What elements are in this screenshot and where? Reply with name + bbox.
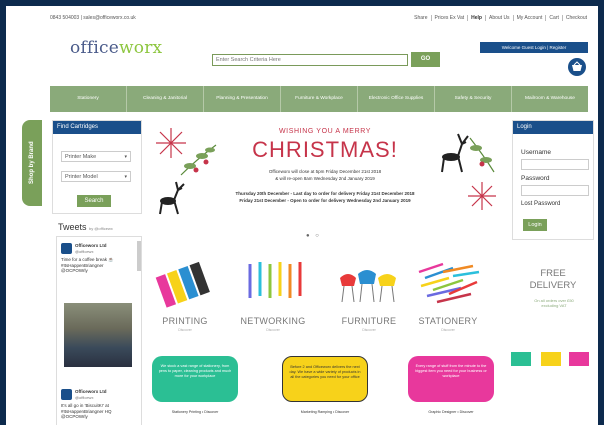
contact-info: 0843 504003 | sales@officeworx.co.uk [50,15,136,21]
info-bubble-pink[interactable]: Every range of stuff from the minute to … [408,356,494,402]
top-link-help[interactable]: Help [467,15,485,21]
snowflake-icon [468,182,496,210]
tweets-feed[interactable]: Officeworx Ltd @officewx Time for a coff… [56,236,142,425]
chevron-down-icon: ▾ [124,154,127,160]
top-link-share[interactable]: Share [411,15,430,21]
top-link-about[interactable]: About Us [484,15,513,21]
top-link-prices[interactable]: Prices Ex Vat [430,15,468,21]
top-link-account[interactable]: My Account [512,15,546,21]
top-link-cart[interactable]: Cart [545,15,561,21]
tweet-text: It's all go in 'BiscuitK!' at #ItsHappen… [61,403,112,419]
cartridge-search-button[interactable]: Search [77,195,111,207]
info-bubble-green[interactable]: We stock a vast range of stationery, fro… [152,356,238,402]
chevron-down-icon: ▾ [124,174,127,180]
category-stationery[interactable]: STATIONERY Discover [407,258,489,338]
tweet-handle[interactable]: @officewx [75,395,93,400]
lost-password-link[interactable]: Lost Password [521,201,560,207]
login-panel: Login Username Password Lost Password Lo… [512,120,594,240]
basket-icon[interactable] [568,58,586,76]
nav-cleaning[interactable]: Cleaning & Janitorial [127,86,204,112]
search-input[interactable]: Enter Search Criteria Here [212,54,408,66]
tweet-item: Officeworx Ltd @officewx Time for a coff… [61,243,137,373]
free-delivery-line1: FREE [540,268,566,279]
banner-line-bold: Friday 21st December - Open to order for… [239,198,411,203]
category-label: STATIONERY [418,316,478,326]
category-label: NETWORKING [240,316,306,326]
avatar[interactable] [61,389,72,400]
ink-cartridges-image [155,261,210,308]
nav-stationery[interactable]: Stationery [50,86,127,112]
tweet-text: Time for a coffee break ☕ #ItsHappenBria… [61,257,114,273]
banner-line-bold: Thursday 20th December - Last day to ord… [235,191,415,196]
printer-model-select[interactable]: Printer Model ▾ [61,171,131,182]
banner-greeting: WISHING YOU A MERRY [278,128,372,135]
nav-mailroom[interactable]: Mailroom & Warehouse [512,86,588,112]
printer-make-value: Printer Make [65,154,97,160]
free-delivery-sub: On all orders over £50 excluding VAT [534,298,574,308]
category-label: PRINTING [162,316,208,326]
chairs-image [340,270,396,303]
paperclips-image [418,262,480,304]
tweet-author[interactable]: Officeworx Ltd [75,243,107,248]
username-input[interactable] [521,159,589,170]
category-sub[interactable]: Discover [407,328,489,332]
nav-furniture[interactable]: Furniture & Workplace [281,86,358,112]
category-sub[interactable]: Discover [328,328,410,332]
tweets-scrollbar[interactable] [137,241,141,271]
top-bar: 0843 504003 | sales@officeworx.co.uk Sha… [6,6,598,28]
find-cartridges-title: Find Cartridges [53,121,141,134]
banner-line: & will re-open 8am Wednesday 2nd January… [275,176,375,181]
christmas-banner[interactable]: WISHING YOU A MERRY CHRISTMAS! Officewor… [146,122,504,230]
free-delivery-line2: DELIVERY [529,280,577,291]
printer-model-value: Printer Model [65,174,98,180]
category-printing[interactable]: PRINTING Discover [144,258,226,338]
tweet-item: Officeworx Ltd @officewx It's all go in … [61,389,137,425]
carousel-dots[interactable]: ● ○ [306,233,321,239]
tweets-by[interactable]: by @officewx [89,226,113,231]
site-logo[interactable]: officeworx [70,38,162,58]
info-bubble-yellow[interactable]: Before 2 and Officeworx delivers the nex… [282,356,368,402]
tweets-title: Tweets by @officewx [58,222,113,232]
banner-title: CHRISTMAS! [252,137,398,162]
swatch-pink[interactable] [569,352,589,366]
free-delivery: FREE DELIVERY [514,268,592,292]
swatch-yellow[interactable] [541,352,561,366]
banner-line: Officeworx will close at 5pm Friday Dece… [268,169,382,174]
page: 0843 504003 | sales@officeworx.co.uk Sha… [6,6,598,425]
password-label: Password [521,175,550,182]
find-cartridges-panel: Find Cartridges Printer Make ▾ Printer Mo… [52,120,142,214]
bubble-caption[interactable]: Stationery Printing • Discover [145,410,245,414]
category-label: FURNITURE [341,316,397,326]
tweet-photo[interactable] [64,303,132,367]
welcome-login-register[interactable]: Welcome Guest Login | Register [480,42,588,53]
tweet-handle[interactable]: @officewx [75,249,93,254]
logo-worx: worx [119,38,163,58]
avatar[interactable] [61,243,72,254]
bubble-caption[interactable]: Marketing Ramping • Discover [275,410,375,414]
network-cables-image [248,262,302,298]
login-title: Login [513,121,593,134]
category-furniture[interactable]: FURNITURE Discover [328,258,410,338]
login-button[interactable]: Login [523,219,547,231]
username-label: Username [521,149,551,156]
search-go-button[interactable]: GO [411,52,440,67]
printer-make-select[interactable]: Printer Make ▾ [61,151,131,162]
swatch-green[interactable] [511,352,531,366]
nav-safety[interactable]: Safety & Security [435,86,512,112]
shop-by-brand-tab[interactable]: Shop by Brand [22,120,42,206]
category-networking[interactable]: NETWORKING Discover [232,258,314,338]
nav-electronic[interactable]: Electronic Office Supplies [358,86,435,112]
top-links: Share Prices Ex Vat Help About Us My Acc… [411,15,590,21]
logo-office: office [70,38,120,58]
password-input[interactable] [521,185,589,196]
top-link-checkout[interactable]: Checkout [561,15,590,21]
tweets-heading: Tweets [58,222,87,232]
nav-planning[interactable]: Planning & Presentation [204,86,281,112]
bubble-caption[interactable]: Graphic Designer • Discover [401,410,501,414]
tweet-author[interactable]: Officeworx Ltd [75,389,107,394]
category-sub[interactable]: Discover [144,328,226,332]
main-nav: Stationery Cleaning & Janitorial Plannin… [50,86,588,112]
category-sub[interactable]: Discover [232,328,314,332]
